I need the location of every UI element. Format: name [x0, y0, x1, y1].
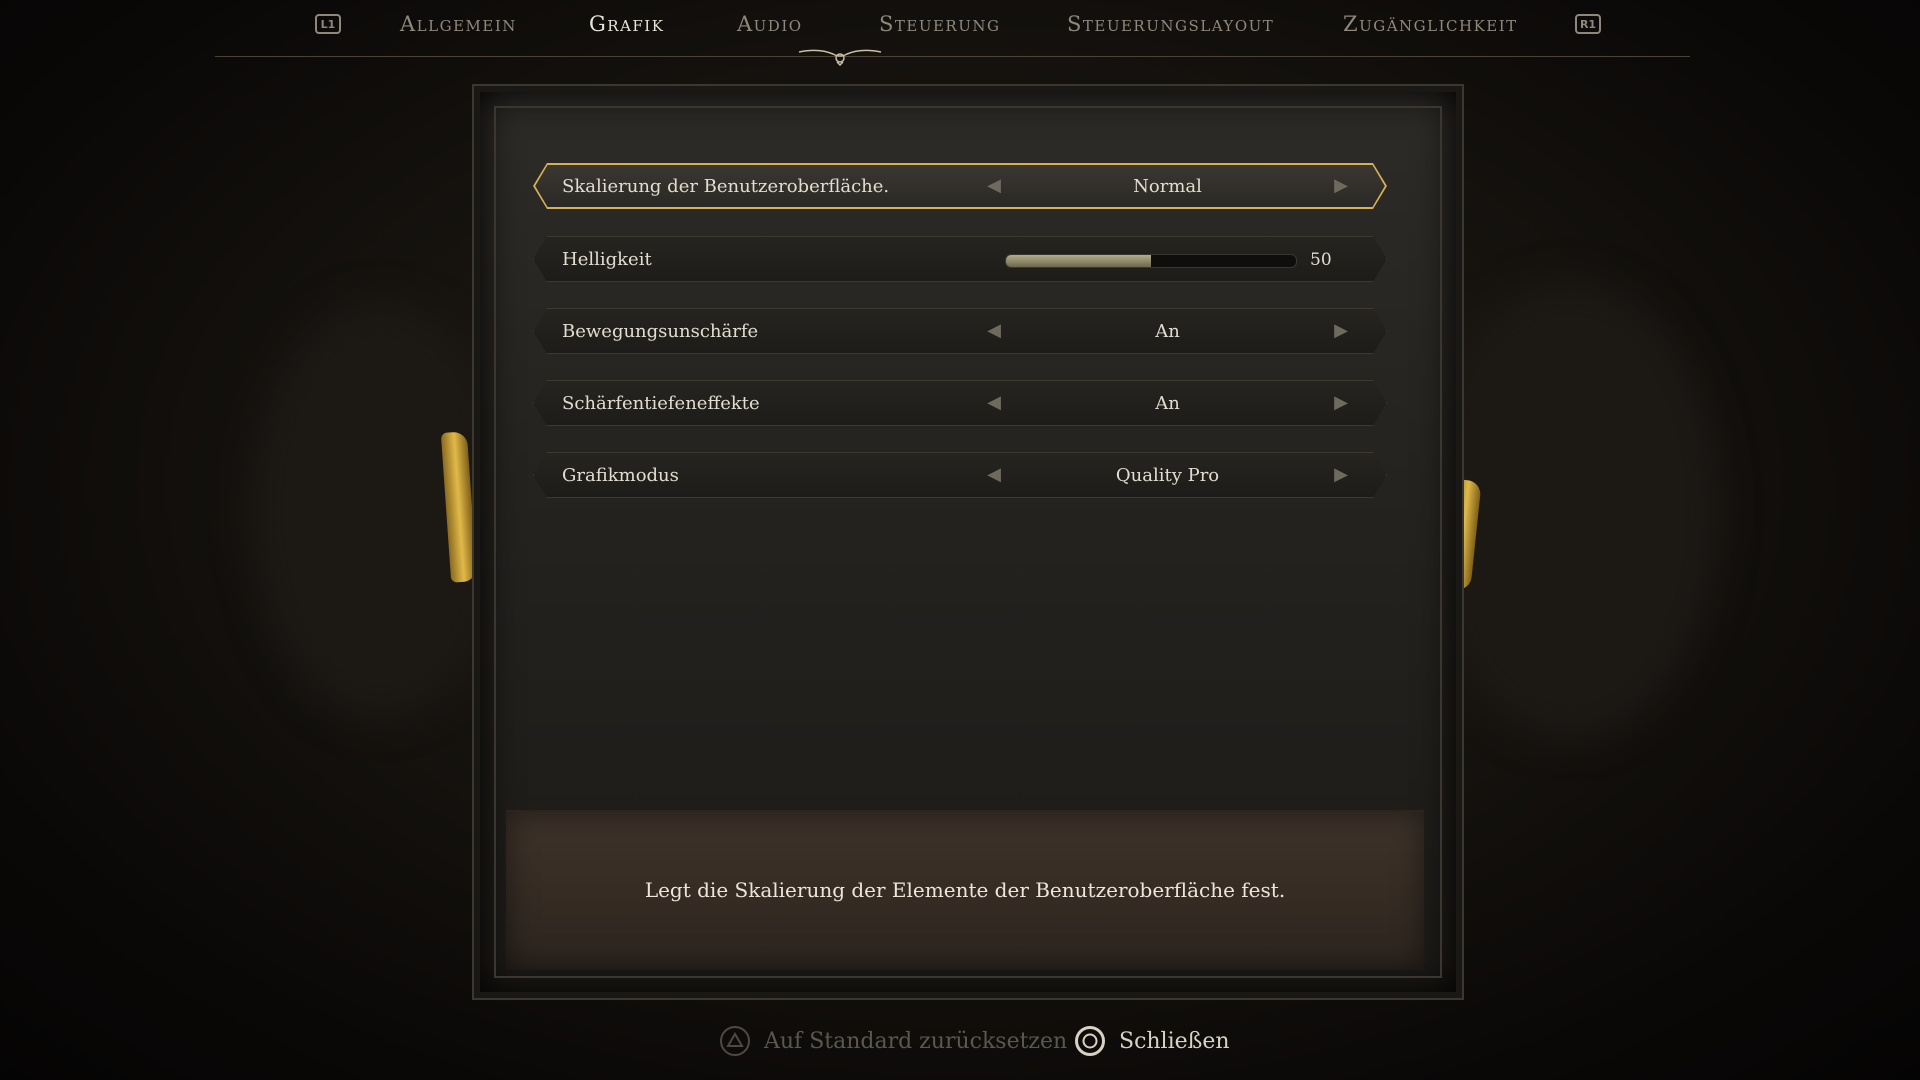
- slider-value: 50: [1310, 250, 1332, 270]
- l1-shoulder-icon[interactable]: L1: [315, 14, 341, 34]
- tab-audio[interactable]: Audio: [737, 12, 803, 36]
- close-label: Schließen: [1119, 1028, 1230, 1054]
- setting-row-motion-blur[interactable]: Bewegungsunschärfe ◀ An ▶: [533, 308, 1387, 354]
- setting-value: An: [1155, 321, 1180, 342]
- setting-description-box: Legt die Skalierung der Elemente der Ben…: [506, 810, 1424, 970]
- r1-shoulder-icon[interactable]: R1: [1575, 14, 1601, 34]
- arrow-left-icon[interactable]: ◀: [983, 464, 1005, 486]
- setting-label: Bewegungsunschärfe: [562, 321, 759, 342]
- setting-row-graphics-mode[interactable]: Grafikmodus ◀ Quality Pro ▶: [533, 452, 1387, 498]
- settings-tab-bar: L1 Allgemein Grafik Audio Steuerung Steu…: [215, 0, 1690, 66]
- setting-description: Legt die Skalierung der Elemente der Ben…: [644, 878, 1286, 902]
- setting-label: Schärfentiefeneffekte: [562, 393, 760, 414]
- arrow-left-icon[interactable]: ◀: [983, 320, 1005, 342]
- setting-label: Grafikmodus: [562, 465, 679, 486]
- arrow-left-icon[interactable]: ◀: [983, 175, 1005, 197]
- setting-row-ui-scaling[interactable]: Skalierung der Benutzeroberfläche. ◀ Nor…: [533, 163, 1387, 209]
- active-tab-ornament-icon: [798, 49, 882, 66]
- setting-label: Helligkeit: [562, 249, 652, 270]
- slider-fill: [1006, 255, 1151, 267]
- reset-defaults-button[interactable]: Auf Standard zurücksetzen: [720, 1026, 1067, 1056]
- arrow-right-icon[interactable]: ▶: [1330, 320, 1352, 342]
- arrow-left-icon[interactable]: ◀: [983, 392, 1005, 414]
- arrow-right-icon[interactable]: ▶: [1330, 175, 1352, 197]
- setting-row-brightness[interactable]: Helligkeit 50: [533, 236, 1387, 282]
- arrow-right-icon[interactable]: ▶: [1330, 392, 1352, 414]
- reset-defaults-label: Auf Standard zurücksetzen: [764, 1028, 1068, 1054]
- triangle-button-icon: [720, 1026, 750, 1056]
- close-button[interactable]: Schließen: [1075, 1026, 1230, 1056]
- tab-zugaenglichkeit[interactable]: Zugänglichkeit: [1343, 12, 1518, 36]
- setting-value: Normal: [1133, 176, 1202, 197]
- arrow-right-icon[interactable]: ▶: [1330, 464, 1352, 486]
- setting-value: Quality Pro: [1115, 465, 1220, 486]
- tab-grafik[interactable]: Grafik: [589, 12, 664, 36]
- setting-row-depth-of-field[interactable]: Schärfentiefeneffekte ◀ An ▶: [533, 380, 1387, 426]
- brightness-slider[interactable]: [1005, 254, 1297, 268]
- tab-steuerung[interactable]: Steuerung: [879, 12, 1000, 36]
- circle-button-icon: [1075, 1026, 1105, 1056]
- tab-steuerungslayout[interactable]: Steuerungslayout: [1067, 12, 1274, 36]
- setting-value: An: [1155, 393, 1180, 414]
- setting-label: Skalierung der Benutzeroberfläche.: [562, 176, 890, 197]
- tab-allgemein[interactable]: Allgemein: [400, 12, 517, 36]
